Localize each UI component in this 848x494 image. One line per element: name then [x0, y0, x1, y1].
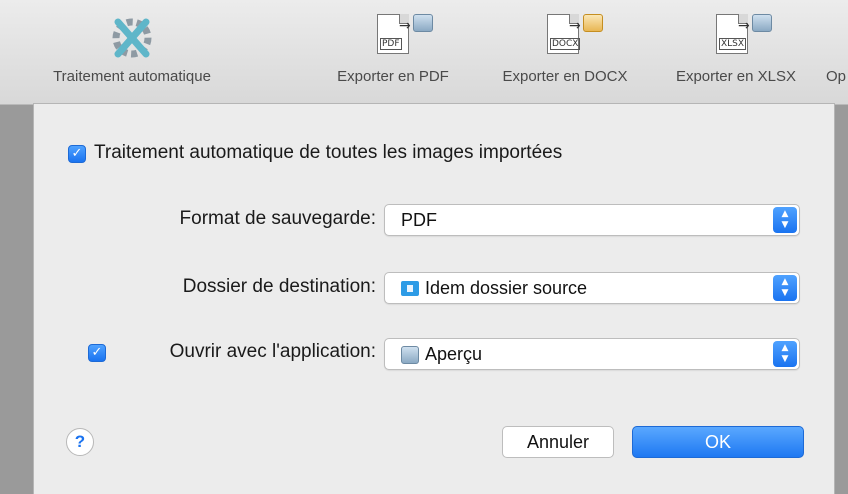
- preview-app-icon: [401, 345, 419, 364]
- folder-icon: [401, 281, 419, 296]
- destination-label: Dossier de destination:: [182, 276, 376, 297]
- arrow-icon: →: [399, 18, 411, 34]
- auto-process-tool[interactable]: Traitement automatique: [22, 0, 242, 104]
- destination-value: Idem dossier source: [425, 278, 588, 298]
- toolbar: Traitement automatique PDF → Exporter en…: [0, 0, 848, 105]
- open-with-checkbox[interactable]: ✓: [88, 344, 106, 362]
- export-pdf-tool[interactable]: PDF → Exporter en PDF: [318, 0, 468, 104]
- format-select[interactable]: PDF ▲ ▼: [384, 204, 800, 236]
- preview-app-icon: [413, 14, 433, 32]
- xlsx-ext-label: XLSX: [719, 38, 747, 50]
- open-with-select-chevron-icon: ▲ ▼: [773, 341, 797, 367]
- open-with-value-wrap: Aperçu: [401, 344, 482, 365]
- preview-app-icon: [752, 14, 772, 32]
- ok-button[interactable]: OK: [632, 426, 804, 458]
- format-label: Format de sauvegarde:: [179, 208, 376, 229]
- format-value: PDF: [401, 210, 437, 230]
- help-button[interactable]: ?: [66, 428, 94, 456]
- destination-value-wrap: Idem dossier source: [401, 278, 587, 299]
- auto-process-checkbox[interactable]: ✓: [68, 145, 86, 163]
- auto-process-icon: [112, 18, 152, 58]
- export-docx-label: Exporter en DOCX: [502, 68, 628, 85]
- open-tool-partial[interactable]: Op: [826, 0, 848, 104]
- export-pdf-label: Exporter en PDF: [337, 68, 449, 85]
- pdf-ext-label: PDF: [380, 38, 402, 50]
- export-docx-tool[interactable]: DOCX → Exporter en DOCX: [480, 0, 650, 104]
- pages-app-icon: [583, 14, 603, 32]
- auto-process-checkbox-label: Traitement automatique de toutes les ima…: [94, 142, 563, 163]
- destination-select[interactable]: Idem dossier source ▲ ▼: [384, 272, 800, 304]
- open-with-value: Aperçu: [425, 344, 483, 364]
- cancel-button[interactable]: Annuler: [502, 426, 614, 458]
- arrow-icon: →: [738, 18, 750, 34]
- open-with-select[interactable]: Aperçu ▲ ▼: [384, 338, 800, 370]
- open-with-label: Ouvrir avec l'application:: [169, 341, 376, 362]
- open-tool-label: Op: [826, 68, 847, 85]
- arrow-icon: →: [569, 18, 581, 34]
- export-xlsx-label: Exporter en XLSX: [675, 68, 797, 85]
- format-select-chevron-icon: ▲ ▼: [773, 207, 797, 233]
- destination-select-chevron-icon: ▲ ▼: [773, 275, 797, 301]
- export-xlsx-tool[interactable]: XLSX → Exporter en XLSX: [656, 0, 816, 104]
- auto-process-dialog: ✓ Traitement automatique de toutes les i…: [34, 104, 834, 494]
- auto-process-label: Traitement automatique: [53, 68, 211, 85]
- docx-ext-label: DOCX: [550, 38, 581, 50]
